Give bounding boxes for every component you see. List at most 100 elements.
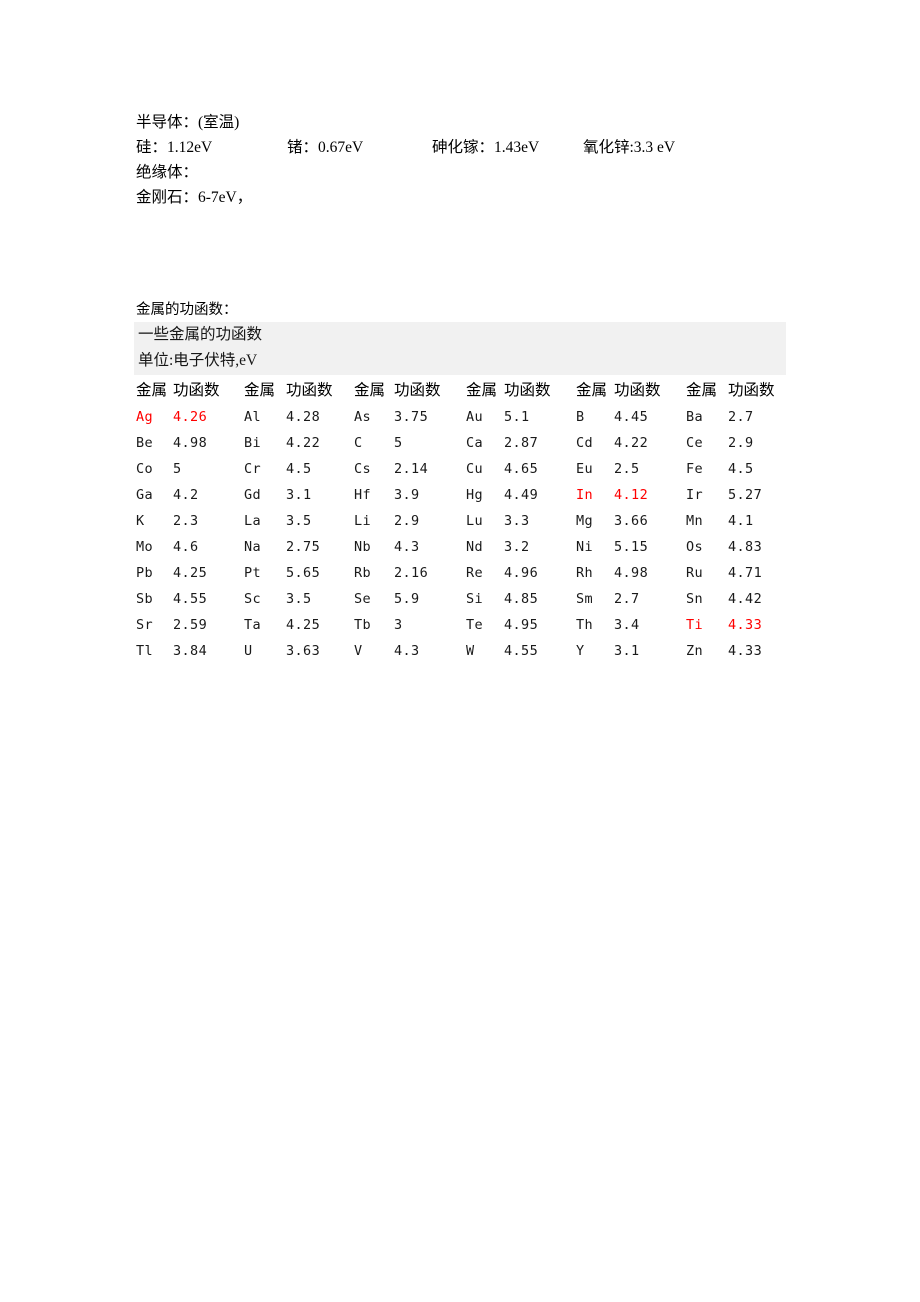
table-row: Be 4.98 Bi 4.22 C 5 Ca 2.87 Cd 4.22 Ce 2.9 [136,430,788,456]
cell-metal-symbol: In [576,487,594,503]
cell-work-function-value: 3.2 [504,539,530,555]
header-metal-2: 金属 [244,382,276,399]
header-metal-1: 金属 [136,382,168,399]
cell-work-function-value: 3.63 [286,643,321,659]
cell-work-function-value: 4.28 [286,409,321,425]
cell-metal-symbol: Na [244,539,262,555]
insulator-heading: 绝缘体： [136,164,199,181]
header-value-4: 功函数 [504,382,551,399]
table-row: Ag 4.26 Al 4.28 As 3.75 Au 5.1 B 4.45 Ba 2.7 [136,404,788,430]
cell-work-function-value: 3.1 [286,487,312,503]
cell-metal-symbol: Fe [686,461,704,477]
cell-metal-symbol: Ta [244,617,262,633]
cell-metal-symbol: Os [686,539,704,555]
cell-work-function-value: 2.87 [504,435,539,451]
cell-metal-symbol: Th [576,617,594,633]
cell-metal-symbol: Ga [136,487,154,503]
cell-work-function-value: 4.22 [614,435,649,451]
cell-metal-symbol: Tb [354,617,372,633]
cell-work-function-value: 3.66 [614,513,649,529]
cell-metal-symbol: Te [466,617,484,633]
cell-metal-symbol: Cs [354,461,372,477]
table-title: 一些金属的功函数 [138,326,263,343]
table-row: Sb 4.55 Sc 3.5 Se 5.9 Si 4.85 Sm 2.7 Sn 4.42 [136,586,788,612]
cell-work-function-value: 5.15 [614,539,649,555]
cell-metal-symbol: Sr [136,617,154,633]
cell-work-function-value: 4.95 [504,617,539,633]
cell-work-function-value: 3 [394,617,403,633]
header-value-5: 功函数 [614,382,661,399]
cell-metal-symbol: Mo [136,539,154,555]
cell-metal-symbol: Se [354,591,372,607]
cell-metal-symbol: La [244,513,262,529]
insulator-heading-line: 绝缘体： [136,160,836,185]
cell-work-function-value: 4.3 [394,643,420,659]
cell-work-function-value: 4.3 [394,539,420,555]
work-function-table: 金属 功函数 金属 功函数 金属 功函数 金属 功函数 金属 功函数 金属 功函… [136,378,788,664]
cell-work-function-value: 3.3 [504,513,530,529]
cell-metal-symbol: Ca [466,435,484,451]
header-value-1: 功函数 [173,382,220,399]
header-value-3: 功函数 [394,382,441,399]
table-row: Pb 4.25 Pt 5.65 Rb 2.16 Re 4.96 Rh 4.98 Ru 4.71 [136,560,788,586]
cell-metal-symbol: K [136,513,145,529]
cell-work-function-value: 4.83 [728,539,763,555]
cell-work-function-value: 4.33 [728,617,763,633]
cell-metal-symbol: Zn [686,643,704,659]
cell-work-function-value: 4.98 [614,565,649,581]
cell-metal-symbol: W [466,643,475,659]
header-value-6: 功函数 [728,382,775,399]
cell-work-function-value: 3.75 [394,409,429,425]
cell-metal-symbol: Nb [354,539,372,555]
cell-work-function-value: 2.14 [394,461,429,477]
cell-metal-symbol: Hf [354,487,372,503]
cell-work-function-value: 4.71 [728,565,763,581]
cell-metal-symbol: Au [466,409,484,425]
table-row: Co 5 Cr 4.5 Cs 2.14 Cu 4.65 Eu 2.5 Fe 4.5 [136,456,788,482]
cell-work-function-value: 2.9 [728,435,754,451]
table-unit-label: 单位:电子伏特,eV [138,352,258,369]
cell-work-function-value: 2.5 [614,461,640,477]
cell-work-function-value: 5.1 [504,409,530,425]
header-value-2: 功函数 [286,382,333,399]
header-metal-3: 金属 [354,382,386,399]
semiconductor-entry-germanium: 锗：0.67eV [287,139,364,156]
cell-work-function-value: 2.3 [173,513,199,529]
table-body: Ag 4.26 Al 4.28 As 3.75 Au 5.1 B 4.45 Ba 2.7 Be 4.98 B… [136,404,788,664]
cell-work-function-value: 3.84 [173,643,208,659]
table-row: Mo 4.6 Na 2.75 Nb 4.3 Nd 3.2 Ni 5.15 Os 4.83 [136,534,788,560]
insulator-entry-diamond: 金刚石：6-7eV， [136,189,253,206]
cell-metal-symbol: Re [466,565,484,581]
cell-work-function-value: 2.9 [394,513,420,529]
cell-metal-symbol: Lu [466,513,484,529]
cell-work-function-value: 5.9 [394,591,420,607]
header-metal-6: 金属 [686,382,718,399]
cell-metal-symbol: Gd [244,487,262,503]
cell-work-function-value: 2.59 [173,617,208,633]
cell-metal-symbol: As [354,409,372,425]
header-metal-5: 金属 [576,382,608,399]
cell-metal-symbol: Eu [576,461,594,477]
cell-work-function-value: 5 [394,435,403,451]
cell-metal-symbol: Rb [354,565,372,581]
cell-work-function-value: 4.1 [728,513,754,529]
work-function-caption: 金属的功函数： [136,302,238,318]
cell-work-function-value: 2.7 [728,409,754,425]
semiconductor-entry-gallium-arsenide: 砷化镓：1.43eV [432,139,540,156]
cell-work-function-value: 4.26 [173,409,208,425]
cell-metal-symbol: Co [136,461,154,477]
cell-work-function-value: 5 [173,461,182,477]
cell-work-function-value: 4.55 [504,643,539,659]
cell-work-function-value: 3.1 [614,643,640,659]
cell-metal-symbol: V [354,643,363,659]
header-metal-4: 金属 [466,382,498,399]
cell-work-function-value: 4.25 [173,565,208,581]
cell-metal-symbol: Sm [576,591,594,607]
table-row: Ga 4.2 Gd 3.1 Hf 3.9 Hg 4.49 In 4.12 Ir 5.27 [136,482,788,508]
cell-metal-symbol: Be [136,435,154,451]
cell-metal-symbol: Hg [466,487,484,503]
cell-metal-symbol: Mg [576,513,594,529]
cell-metal-symbol: Cd [576,435,594,451]
cell-metal-symbol: Cu [466,461,484,477]
table-row: Sr 2.59 Ta 4.25 Tb 3 Te 4.95 Th 3.4 Ti 4.33 [136,612,788,638]
